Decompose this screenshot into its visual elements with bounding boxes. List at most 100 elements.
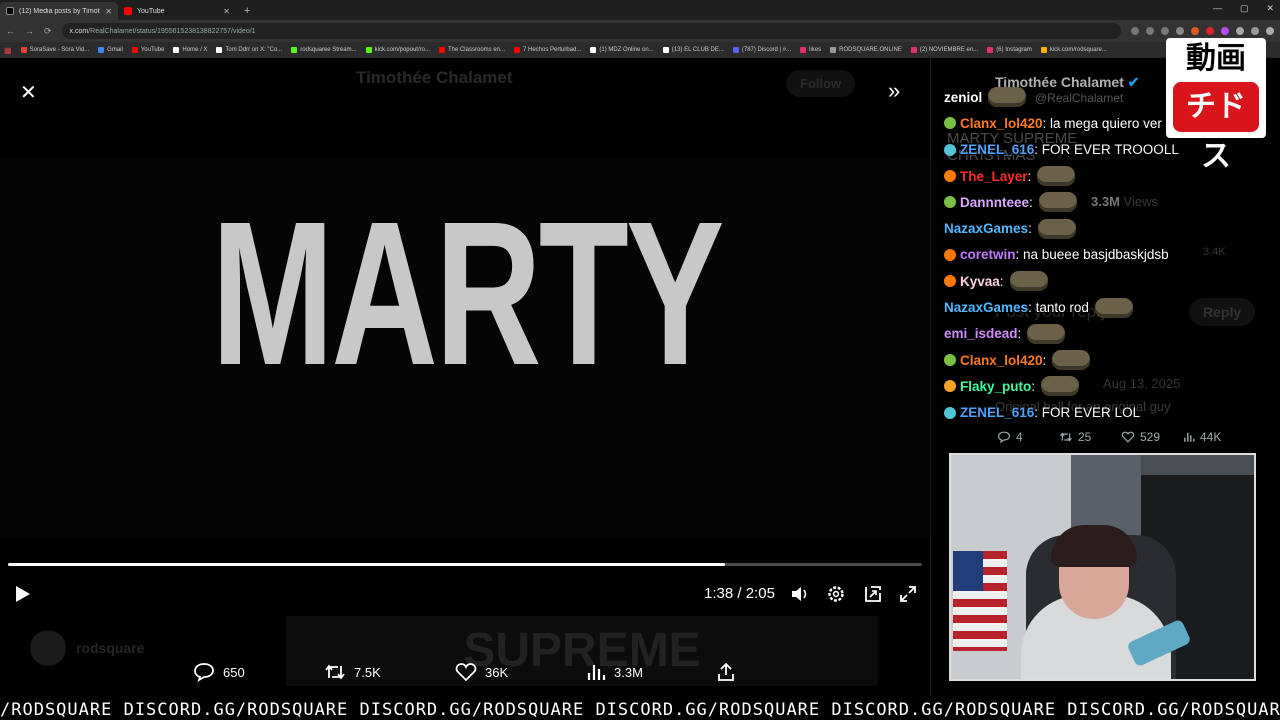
- extension-icon[interactable]: [1206, 27, 1214, 35]
- chat-username: NazaxGames: [944, 300, 1029, 316]
- chat-badge-icon: [944, 406, 956, 419]
- ghost-avatar: [30, 630, 66, 666]
- extension-icon[interactable]: [1221, 27, 1229, 35]
- reload-icon[interactable]: ⟳: [44, 26, 52, 37]
- bookmark-label: (13) EL CLUB DE...: [671, 47, 724, 53]
- share-icon[interactable]: [716, 662, 736, 682]
- duration: 2:05: [745, 585, 775, 602]
- play-icon[interactable]: [12, 584, 32, 604]
- extension-icon[interactable]: [1191, 27, 1199, 35]
- bookmark-label: Gmail: [107, 47, 123, 53]
- menu-icon[interactable]: [1266, 27, 1274, 35]
- bookmark-item[interactable]: Gmail: [98, 47, 123, 53]
- reply-views[interactable]: 44K: [1183, 430, 1245, 444]
- minimize-icon[interactable]: —: [1213, 3, 1222, 14]
- bookmark-label: (2) NOVIEMBRE en...: [919, 47, 979, 53]
- chat-message: ZENEL_616: FOR EVER LOL: [944, 400, 1244, 426]
- bookmark-item[interactable]: likes: [800, 47, 821, 53]
- repost-action[interactable]: 7.5K: [324, 662, 381, 682]
- back-icon[interactable]: ←: [6, 26, 15, 36]
- apps-grid-icon[interactable]: ▦: [4, 46, 12, 55]
- tab-youtube[interactable]: YouTube ✕: [118, 2, 236, 20]
- bookmark-item[interactable]: SoraSave - Sora Vid...: [20, 47, 89, 53]
- close-window-icon[interactable]: ✕: [1266, 3, 1274, 14]
- bookmark-favicon-icon: [590, 47, 597, 53]
- extension-icon[interactable]: [1146, 27, 1154, 35]
- extension-icon[interactable]: [1131, 27, 1139, 35]
- maximize-icon[interactable]: ▢: [1240, 3, 1249, 14]
- stat-count: 4: [1016, 430, 1023, 444]
- avatar-icon[interactable]: [1251, 27, 1259, 35]
- video-title-card: MARTY: [211, 173, 724, 413]
- chat-message: NazaxGames: tanto rod: [944, 294, 1244, 320]
- like-action[interactable]: 36K: [455, 662, 508, 682]
- bookmark-item[interactable]: Tom Ddrr on X: "Co...: [216, 47, 282, 53]
- new-tab-button[interactable]: +: [236, 2, 258, 20]
- volume-icon[interactable]: [790, 584, 810, 604]
- bookmark-item[interactable]: kick.com/rodsquare...: [1040, 47, 1107, 53]
- bookmark-label: The Classrooms en...: [447, 47, 505, 53]
- comment-icon: [194, 663, 214, 682]
- chat-emote-icon: [1037, 166, 1076, 187]
- chat-badge-icon: [944, 354, 956, 367]
- double-chevron-right-icon[interactable]: »: [888, 78, 900, 104]
- reply-replies[interactable]: 4: [997, 430, 1059, 444]
- search-icon[interactable]: [1161, 27, 1169, 35]
- bookmark-label: 7 Hechos Perturbad...: [523, 47, 582, 53]
- chat-username: Kyvaa: [960, 273, 1000, 289]
- bookmark-item[interactable]: (6) Instagram: [987, 47, 1032, 53]
- views-chart-icon: [587, 665, 606, 680]
- repost-icon: [1060, 432, 1072, 442]
- reply-reposts[interactable]: 25: [1059, 430, 1121, 444]
- ghost-username: rodsquare: [76, 640, 145, 656]
- marty-text: MARTY: [210, 178, 724, 408]
- reply-stats: 4 25 529 44K: [997, 430, 1245, 444]
- settings-gear-icon[interactable]: [826, 584, 846, 604]
- reply-likes[interactable]: 529: [1121, 430, 1183, 444]
- chat-emote-icon: [988, 87, 1027, 108]
- progress-bar[interactable]: [8, 563, 922, 566]
- chat-badge-icon: [944, 170, 956, 183]
- bookmark-item[interactable]: (1) MDZ Online on...: [590, 47, 654, 53]
- bookmark-item[interactable]: (2) NOVIEMBRE en...: [910, 47, 979, 53]
- star-icon[interactable]: [1176, 27, 1184, 35]
- close-tab-icon[interactable]: ✕: [105, 7, 112, 16]
- picture-in-picture-icon[interactable]: [863, 584, 883, 604]
- bookmark-item[interactable]: rodsquaree Stream...: [291, 47, 357, 53]
- bookmark-item[interactable]: 7 Hechos Perturbad...: [514, 47, 581, 53]
- discord-ticker: /RODSQUARE DISCORD.GG/RODSQUARE DISCORD.…: [0, 699, 1280, 720]
- forward-icon[interactable]: →: [25, 26, 34, 36]
- progress-fill: [8, 563, 725, 566]
- cam-person-hair: [1051, 525, 1137, 567]
- bookmark-item[interactable]: kick.com/popout/ro...: [365, 47, 430, 53]
- puzzle-icon[interactable]: [1236, 27, 1244, 35]
- fullscreen-icon[interactable]: [898, 584, 918, 604]
- chat-text: :: [1028, 221, 1032, 237]
- youtube-icon: [124, 7, 132, 15]
- x-icon: [6, 7, 14, 15]
- bookmark-item[interactable]: YouTube: [131, 47, 164, 53]
- bookmark-item[interactable]: Home / X: [173, 47, 207, 53]
- bookmark-item[interactable]: The Classrooms en...: [438, 47, 505, 53]
- bookmark-item[interactable]: (787) Discord | #...: [732, 47, 791, 53]
- chat-username: Clanx_lol420: [960, 352, 1043, 368]
- bookmark-favicon-icon: [732, 47, 739, 53]
- chat-message: ZENEL_616: FOR EVER TROOOLL: [944, 137, 1244, 163]
- bookmark-item[interactable]: (13) EL CLUB DE...: [662, 47, 724, 53]
- chat-emote-icon: [1009, 271, 1048, 292]
- bookmark-item[interactable]: RODSQUARE.ONLINE: [830, 47, 902, 53]
- chat-text: :: [1029, 194, 1033, 210]
- close-tab-icon[interactable]: ✕: [223, 7, 230, 16]
- stat-count: 529: [1140, 430, 1161, 444]
- repost-count: 7.5K: [354, 664, 381, 680]
- reply-action[interactable]: 650: [193, 662, 245, 682]
- chat-badge-icon: [944, 275, 956, 288]
- close-icon[interactable]: ✕: [20, 80, 37, 105]
- tab-x-media[interactable]: (12) Media posts by Timoth ✕: [0, 2, 118, 20]
- bookmark-favicon-icon: [291, 47, 298, 53]
- bookmark-favicon-icon: [131, 47, 138, 53]
- views-action[interactable]: 3.3M: [586, 662, 643, 682]
- url-field[interactable]: x.com /RealChalamet/status/1955615238138…: [61, 23, 1121, 39]
- chat-text: : la mega quiero ver: [1042, 115, 1162, 131]
- flag-icon: [953, 551, 1007, 651]
